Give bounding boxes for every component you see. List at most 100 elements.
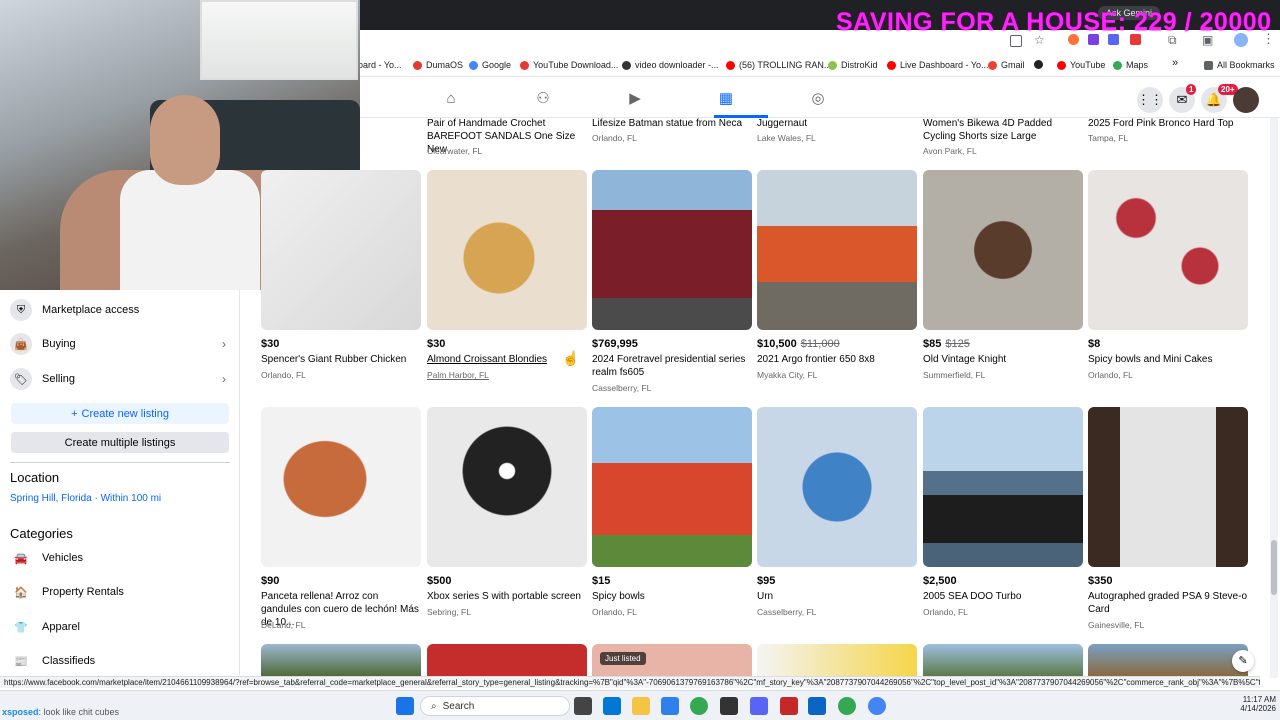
chrome-icon[interactable] — [868, 697, 886, 715]
search-icon: ⌕ — [431, 700, 437, 712]
bookmark-item[interactable]: Live Dashboard - Yo... — [887, 60, 989, 70]
listing-title: Spicy bowls and Mini Cakes — [1088, 354, 1213, 365]
listing-card[interactable]: $500 Xbox series S with portable screen … — [427, 407, 587, 617]
menu-grid-icon[interactable]: ⋮⋮ — [1137, 87, 1163, 113]
listing-title[interactable]: Lifesize Batman statue from Neca — [592, 117, 752, 130]
listing-card[interactable]: $90 Panceta rellena! Arroz con gandules … — [261, 407, 421, 630]
task-view-icon[interactable] — [574, 697, 592, 715]
listing-location: Orlando, FL — [1088, 370, 1133, 380]
listing-price: $30 — [427, 338, 446, 350]
listing-card[interactable]: $769,995 2024 Foretravel presidential se… — [592, 170, 752, 393]
sidebar-item-marketplace-access[interactable]: ⛨ Marketplace access — [10, 295, 230, 325]
house-icon: 🏠 — [10, 581, 32, 603]
listing-location: Lake Wales, FL — [757, 133, 816, 143]
listing-price: $8 — [1088, 338, 1101, 350]
bookmark-item[interactable]: YouTube Download... — [520, 60, 618, 70]
app-icon[interactable] — [720, 697, 738, 715]
listing-image — [923, 407, 1083, 567]
listing-location: Gainesville, FL — [1088, 620, 1145, 630]
bookmark-item[interactable]: Gmail — [988, 60, 1025, 70]
category-property-rentals[interactable]: 🏠 Property Rentals — [10, 577, 230, 607]
edge-icon[interactable] — [603, 697, 621, 715]
gaming-icon[interactable]: ◎ — [809, 90, 827, 108]
more-bookmarks-icon[interactable]: » — [1172, 57, 1178, 69]
listing-image — [261, 407, 421, 567]
listing-card[interactable]: $2,500 2005 SEA DOO Turbo Orlando, FL — [923, 407, 1083, 617]
listing-title: 2024 Foretravel presidential series real… — [592, 354, 746, 378]
listing-card[interactable]: $8 Spicy bowls and Mini Cakes Orlando, F… — [1088, 170, 1248, 380]
listing-image — [427, 407, 587, 567]
listing-image — [592, 170, 752, 330]
windows-start-icon[interactable] — [396, 697, 414, 715]
listing-title[interactable]: 2025 Ford Pink Bronco Hard Top — [1088, 117, 1248, 130]
bookmark-item[interactable]: DistroKid — [828, 60, 878, 70]
taskbar-search[interactable]: ⌕ Search — [420, 696, 570, 716]
bookmark-item[interactable]: Google — [469, 60, 511, 70]
listing-image[interactable] — [923, 644, 1083, 676]
listing-image — [261, 170, 421, 330]
webcam-window — [200, 0, 358, 80]
bookmark-item[interactable]: video downloader -... — [622, 60, 719, 70]
location-link[interactable]: Spring Hill, Florida · Within 100 mi — [10, 493, 161, 504]
listing-image[interactable] — [757, 644, 917, 676]
listing-image[interactable] — [1088, 644, 1248, 676]
listing-price: $95 — [757, 575, 776, 587]
friends-icon[interactable]: ⚇ — [534, 90, 552, 108]
chrome-icon[interactable] — [838, 697, 856, 715]
just-listed-badge: Just listed — [600, 652, 646, 665]
bookmark-item[interactable] — [1034, 60, 1043, 69]
category-apparel[interactable]: 👕 Apparel — [10, 612, 230, 642]
bookmark-item[interactable]: Maps — [1113, 60, 1148, 70]
listing-card[interactable]: $95 Urn Casselberry, FL — [757, 407, 917, 617]
category-vehicles[interactable]: 🚘 Vehicles — [10, 543, 230, 573]
listing-card[interactable]: $30 Spencer's Giant Rubber Chicken Orlan… — [261, 170, 421, 380]
listing-title[interactable]: Women's Bikewa 4D Padded Cycling Shorts … — [923, 117, 1083, 143]
listing-title[interactable]: Juggernaut — [757, 117, 917, 130]
create-new-listing-button[interactable]: + Create new listing — [11, 403, 229, 424]
file-explorer-icon[interactable] — [632, 697, 650, 715]
listing-card[interactable]: $85 $125 Old Vintage Knight Summerfield, … — [923, 170, 1083, 380]
listing-image[interactable] — [261, 644, 421, 676]
listing-title: Xbox series S with portable screen — [427, 591, 581, 602]
clock[interactable]: 11:17 AM 4/14/2026 — [1236, 695, 1276, 713]
shirt-icon: 👕 — [10, 616, 32, 638]
app-icon[interactable] — [808, 697, 826, 715]
avatar[interactable] — [1233, 87, 1259, 113]
listing-card[interactable]: $30 Almond Croissant Blondies Palm Harbo… — [427, 170, 587, 380]
listing-location: Orlando, FL — [261, 370, 306, 380]
listing-image — [427, 170, 587, 330]
all-bookmarks[interactable]: All Bookmarks — [1204, 60, 1275, 70]
sidebar-item-selling[interactable]: 🏷 Selling › — [10, 364, 230, 394]
listing-image[interactable] — [427, 644, 587, 676]
bookmark-icon — [520, 60, 529, 70]
bookmark-item[interactable]: (56) TROLLING RAN... — [726, 60, 831, 70]
listing-price: $30 — [261, 338, 280, 350]
bookmark-item[interactable]: YouTube — [1057, 60, 1105, 70]
divider — [10, 462, 230, 463]
tag-icon: 🏷 — [10, 368, 32, 390]
listing-location: Orlando, FL — [923, 607, 968, 617]
create-multiple-listings-button[interactable]: Create multiple listings — [11, 432, 229, 453]
bookmark-icon — [413, 60, 422, 70]
listing-image[interactable]: Just listed — [592, 644, 752, 676]
listing-card[interactable]: $350 Autographed graded PSA 9 Steve-o Ca… — [1088, 407, 1248, 630]
chrome-icon[interactable] — [690, 697, 708, 715]
video-icon[interactable]: ▶ — [626, 90, 644, 108]
marketplace-icon[interactable]: ▦ — [717, 90, 735, 108]
category-classifieds[interactable]: 📰 Classifieds — [10, 646, 230, 676]
compose-icon[interactable]: ✎ — [1232, 650, 1254, 672]
listing-card[interactable]: $15 Spicy bowls Orlando, FL — [592, 407, 752, 617]
listing-card[interactable]: $10,500 $11,000 2021 Argo frontier 650 8x… — [757, 170, 917, 380]
listing-location: Casselberry, FL — [592, 383, 652, 393]
bookmark-item[interactable]: oard - Yo... — [358, 60, 402, 70]
store-icon[interactable] — [661, 697, 679, 715]
bookmark-item[interactable]: DumaOS — [413, 60, 463, 70]
discord-icon[interactable] — [750, 697, 768, 715]
app-icon[interactable] — [780, 697, 798, 715]
home-icon[interactable]: ⌂ — [442, 90, 460, 108]
listing-image — [1088, 170, 1248, 330]
sidebar-item-buying[interactable]: 👜 Buying › — [10, 329, 230, 359]
youtube-icon — [887, 60, 896, 70]
webcam-shirt — [120, 170, 260, 290]
scrollbar-thumb[interactable] — [1271, 540, 1277, 595]
